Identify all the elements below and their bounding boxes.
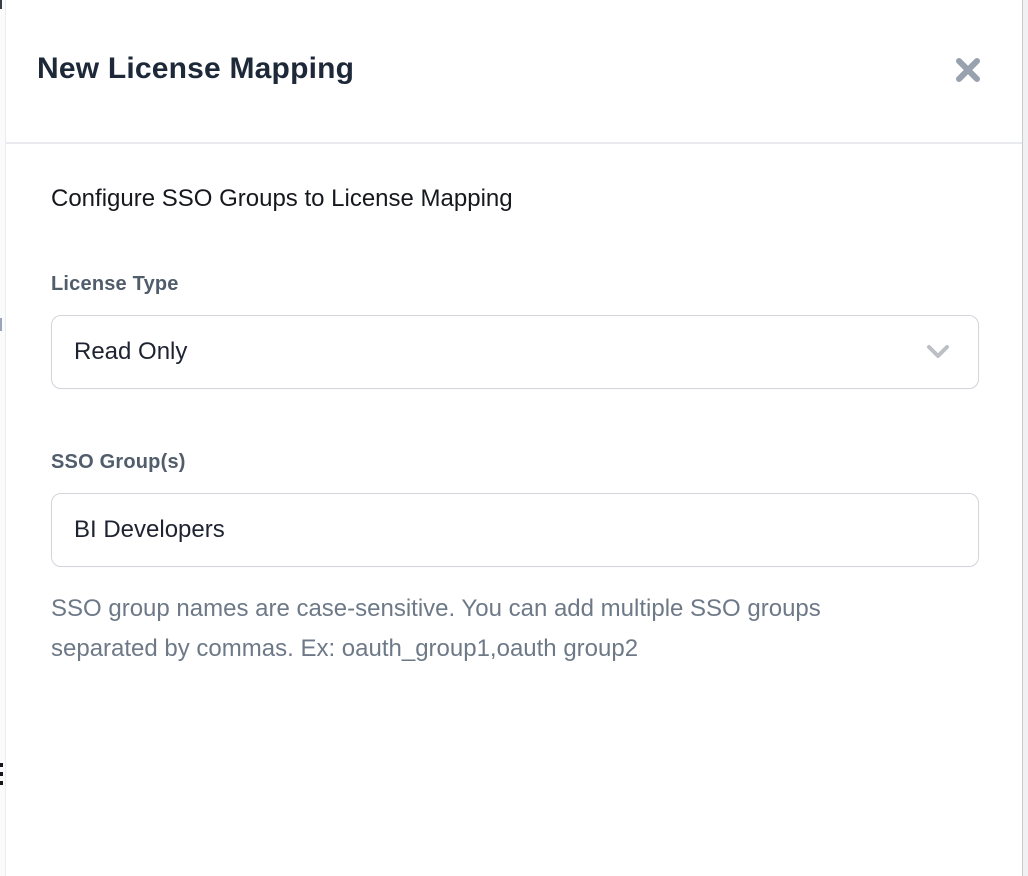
close-button[interactable] bbox=[950, 53, 986, 89]
dialog-body: Configure SSO Groups to License Mapping … bbox=[6, 185, 1022, 669]
background-artifact-blue bbox=[0, 318, 2, 331]
license-type-selected-value: Read Only bbox=[74, 338, 926, 366]
new-license-mapping-dialog: New License Mapping Configure SSO Groups… bbox=[5, 0, 1023, 876]
license-type-select[interactable]: Read Only bbox=[51, 315, 979, 389]
close-icon bbox=[954, 56, 982, 87]
license-type-label: License Type bbox=[51, 273, 977, 296]
background-list-icon bbox=[0, 763, 3, 788]
sso-groups-label: SSO Group(s) bbox=[51, 451, 977, 474]
sso-groups-helper-text: SSO group names are case-sensitive. You … bbox=[51, 589, 901, 669]
dialog-subtitle: Configure SSO Groups to License Mapping bbox=[51, 185, 977, 213]
dialog-header: New License Mapping bbox=[6, 0, 1022, 144]
screen: New License Mapping Configure SSO Groups… bbox=[0, 0, 1028, 876]
chevron-down-icon bbox=[926, 344, 950, 360]
background-artifact-top bbox=[0, 0, 2, 9]
sso-groups-input[interactable] bbox=[51, 493, 979, 567]
dialog-title: New License Mapping bbox=[37, 52, 354, 86]
